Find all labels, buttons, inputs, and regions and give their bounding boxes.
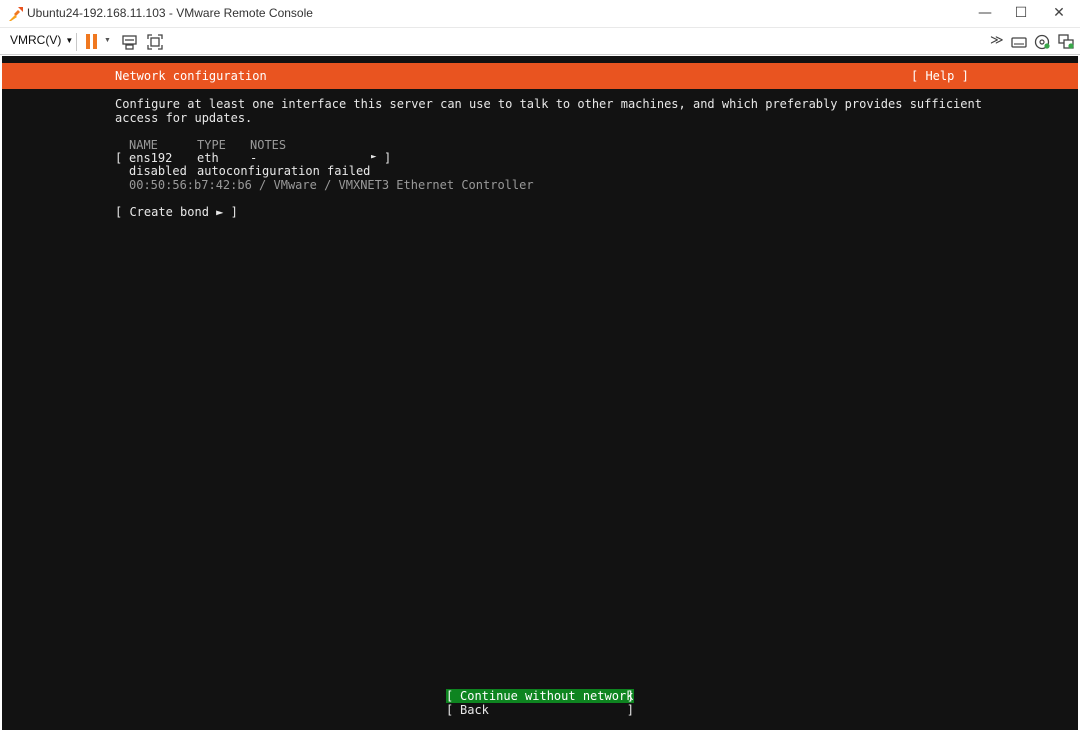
continue-label: Continue without network — [460, 689, 634, 703]
send-keys-icon[interactable] — [121, 33, 139, 51]
unity-icon[interactable] — [1057, 33, 1075, 51]
description-line-2: access for updates. — [115, 111, 253, 125]
window-title: Ubuntu24-192.168.11.103 - VMware Remote … — [27, 6, 313, 20]
removable-devices-icon[interactable] — [1010, 33, 1028, 51]
back-label: Back — [460, 703, 489, 717]
interface-status: autoconfiguration failed — [197, 164, 371, 178]
interface-hardware-info: 00:50:56:b7:42:b6 / VMware / VMXNET3 Eth… — [129, 178, 534, 192]
interface-type: eth — [197, 151, 219, 165]
vmrc-toolbar: VMRC(V) ▼ ▼ ≫ — [0, 27, 1080, 55]
minimize-button[interactable]: — — [966, 0, 1004, 27]
column-header-name: NAME — [129, 138, 158, 152]
back-button[interactable]: [ Back ] — [446, 703, 634, 717]
chevron-down-icon: ▼ — [65, 36, 74, 45]
vmrc-menu-label: VMRC(V) — [10, 33, 62, 47]
expand-arrow-icon[interactable]: ► — [371, 150, 376, 164]
button-bracket-close: ] — [626, 689, 634, 703]
cd-dvd-icon[interactable] — [1033, 33, 1051, 51]
window-titlebar: Ubuntu24-192.168.11.103 - VMware Remote … — [0, 0, 1080, 27]
maximize-button[interactable]: ☐ — [1002, 0, 1040, 27]
interface-state: disabled — [129, 164, 187, 178]
more-icon[interactable]: ≫ — [990, 33, 1004, 48]
button-bracket-open: [ — [446, 689, 454, 703]
close-button[interactable]: ✕ — [1040, 0, 1078, 27]
fullscreen-icon[interactable] — [146, 33, 164, 51]
description-line-1: Configure at least one interface this se… — [115, 97, 982, 111]
installer-header: Network configuration [ Help ] — [2, 63, 1078, 89]
column-header-type: TYPE — [197, 138, 226, 152]
toolbar-divider — [76, 33, 77, 51]
continue-without-network-button[interactable]: [ Continue without network ] — [446, 689, 634, 703]
column-header-notes: NOTES — [250, 138, 287, 152]
button-bracket-close: ] — [626, 703, 634, 717]
help-button[interactable]: [ Help ] — [911, 69, 969, 83]
row-close-bracket: ] — [384, 151, 392, 165]
row-open-bracket: [ — [115, 151, 123, 165]
pause-icon[interactable] — [83, 33, 101, 51]
vmrc-menu-button[interactable]: VMRC(V) ▼ — [10, 33, 73, 47]
pause-dropdown-chevron-icon[interactable]: ▼ — [104, 37, 111, 44]
button-bracket-open: [ — [446, 703, 454, 717]
create-bond-button[interactable]: [ Create bond ► ] — [115, 205, 238, 219]
interface-name: ens192 — [129, 151, 173, 165]
interface-notes: - — [250, 151, 258, 165]
vmware-remote-console-icon — [9, 7, 23, 21]
page-title: Network configuration — [115, 69, 267, 83]
vm-console[interactable]: Network configuration [ Help ] Configure… — [2, 56, 1078, 730]
